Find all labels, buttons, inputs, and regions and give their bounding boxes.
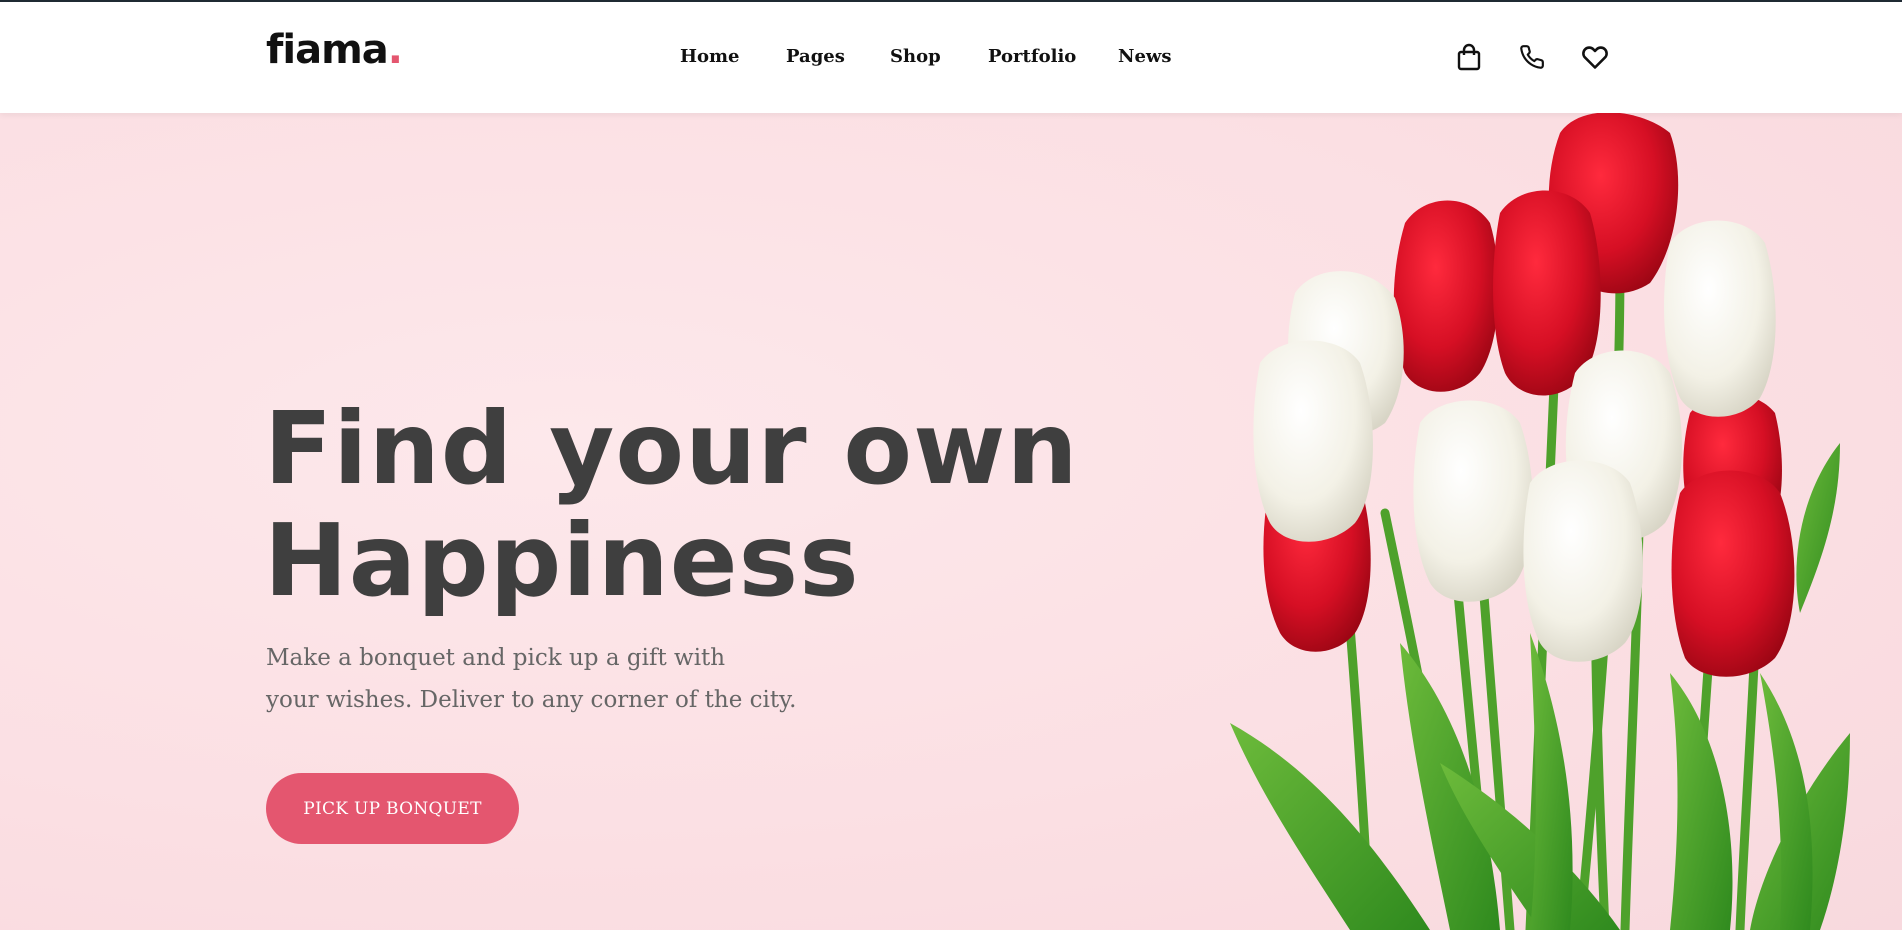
tulip-bouquet-image — [1230, 113, 1850, 930]
hero-title: Find your own Happiness — [264, 390, 1079, 619]
hero-title-line-1: Find your own — [264, 390, 1079, 507]
nav-portfolio[interactable]: Portfolio — [988, 46, 1076, 67]
hero-subtitle: Make a bonquet and pick up a gift with y… — [266, 637, 826, 721]
nav-news[interactable]: News — [1118, 46, 1172, 67]
shopping-bag-icon[interactable] — [1454, 42, 1484, 72]
nav-home[interactable]: Home — [680, 46, 740, 67]
pick-up-bonquet-button[interactable]: PICK UP BONQUET — [266, 773, 519, 844]
hero-subtitle-line-1: Make a bonquet and pick up a gift with — [266, 645, 726, 671]
phone-icon[interactable] — [1517, 42, 1547, 72]
heart-icon[interactable] — [1580, 42, 1610, 72]
page: fiama. Home Pages Shop Portfolio News Fi… — [0, 2, 1902, 930]
site-header: fiama. Home Pages Shop Portfolio News — [0, 2, 1902, 113]
hero-section: Find your own Happiness Make a bonquet a… — [0, 113, 1902, 930]
hero-title-line-2: Happiness — [264, 502, 860, 619]
hero-subtitle-line-2: your wishes. Deliver to any corner of th… — [266, 687, 797, 713]
main-nav: Home Pages Shop Portfolio News — [0, 2, 1902, 113]
nav-pages[interactable]: Pages — [786, 46, 845, 67]
nav-shop[interactable]: Shop — [890, 46, 941, 67]
